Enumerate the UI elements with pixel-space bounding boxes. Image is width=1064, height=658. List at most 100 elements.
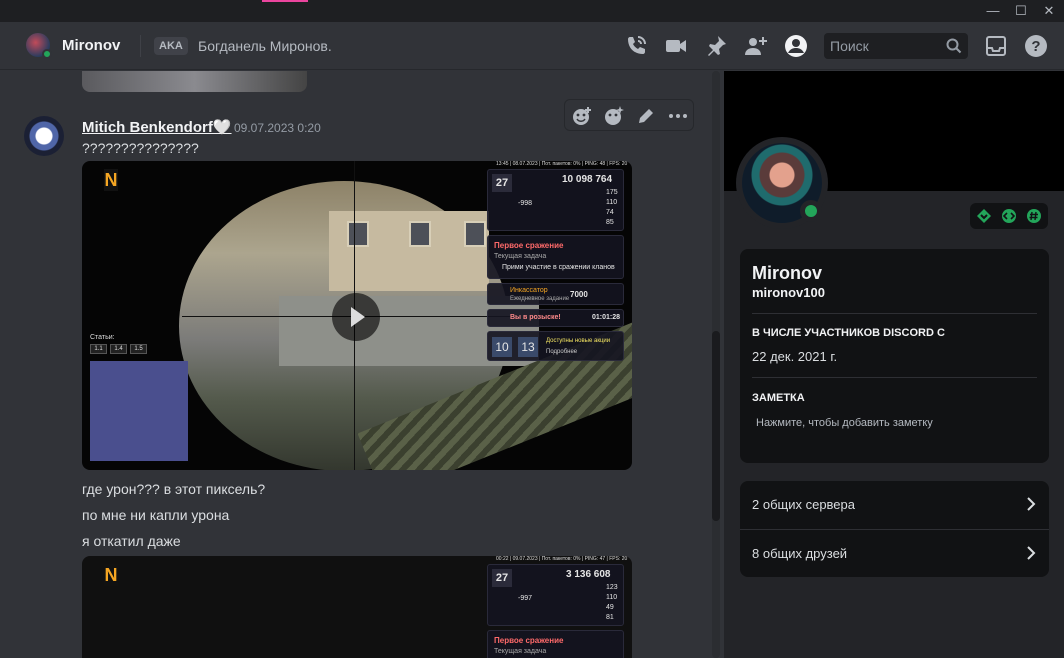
mutual-servers-label: 2 общих сервера [752,497,855,512]
hud-stat: 110 [606,199,618,206]
divider [752,377,1037,378]
hypesquad-badge-icon[interactable] [976,208,992,224]
user-profile-panel: Mironov mironov100 В ЧИСЛЕ УЧАСТНИКОВ DI… [724,71,1064,658]
header-username[interactable]: Mironov [62,37,120,54]
dm-header: Mironov AKA Богданель Миронов. ? [0,22,1064,70]
video-attachment[interactable]: N 13:45 | 08.07.2023 | Пот. пакетов: 0% … [82,161,632,470]
hud-stats-label: Статьи: [90,334,115,341]
svg-text:?: ? [1031,38,1040,55]
edit-icon[interactable] [635,105,657,127]
hud-stat-chip: 1.5 [130,344,147,354]
super-reaction-icon[interactable] [603,105,625,127]
building-window [464,221,486,247]
divider [752,313,1037,314]
hud-top-bar: 00:22 | 09.07.2023 | Пот. пакетов: 0% | … [496,556,628,562]
video-attachment[interactable]: N 00:22 | 09.07.2023 | Пот. пакетов: 0% … [82,556,632,658]
hud-task-text: Прими участие в сражении кланов [502,264,615,271]
hud-debt: -997 [518,595,533,602]
chat-scrollbar-thumb[interactable] [712,331,720,521]
chat-messages[interactable]: Mitich Benkendorf🤍 09.07.2023 0:20 ?????… [0,71,724,658]
hud-promo-sub: Подробнее [546,349,578,355]
hud-money: 10 098 764 [562,174,613,185]
hud-task-title: Первое сражение [494,241,564,250]
hud-stats-panel: 27 10 098 764 -998 175 110 74 85 [487,169,624,231]
chevron-right-icon [1027,546,1036,560]
profile-badges [970,203,1048,229]
previous-message-image[interactable] [82,71,307,92]
mutual-links: 2 общих сервера 8 общих друзей [740,481,1049,577]
profile-username: mironov100 [752,285,825,300]
minimap [90,361,188,461]
hud-task-sub: Текущая задача [494,253,547,260]
hud-clock-minutes: 13 [518,337,538,357]
message-author-name[interactable]: Mitich Benkendorf🤍 [82,118,232,136]
hud-stat: 85 [606,219,614,226]
more-options-icon[interactable] [667,105,689,127]
message-text-line: где урон??? в этот пиксель? [82,481,266,497]
message-toolbar [564,99,694,131]
hud-task-panel: Первое сражение Текущая задача [487,630,624,658]
hud-debt: -998 [518,200,533,207]
search-icon [946,38,962,54]
search-box[interactable] [824,33,968,59]
note-input[interactable]: Нажмите, чтобы добавить заметку [756,417,933,429]
add-reaction-icon[interactable] [571,105,593,127]
hud-wanted-timer: 01:01:28 [592,314,621,321]
message-text-line: по мне ни капли урона [82,507,230,523]
profile-info-card: Mironov mironov100 В ЧИСЛЕ УЧАСТНИКОВ DI… [740,249,1049,463]
message-timestamp: 09.07.2023 0:20 [234,121,321,135]
mutual-friends-button[interactable]: 8 общих друзей [740,530,1049,578]
hud-stat: 81 [606,614,614,621]
hud-stat-chip: 1.4 [110,344,127,354]
hud-clock-hours: 10 [492,337,512,357]
titlebar-accent [262,0,308,2]
hud-wanted-text: Вы в розыске! [510,314,561,321]
inbox-icon[interactable] [984,34,1008,58]
pin-icon[interactable] [704,34,728,58]
hud-task-title: Первое сражение [494,636,564,645]
user-profile-icon[interactable] [784,34,808,58]
note-label: ЗАМЕТКА [752,392,805,404]
hud-stats-panel: 27 3 136 608 -997 123 110 49 81 [487,564,624,626]
hud-task-sub: Текущая задача [494,648,547,655]
play-button-icon[interactable] [332,293,380,341]
hud-stat-chip: 1.1 [90,344,107,354]
hud-stat: 123 [606,584,618,591]
hud-stat: 74 [606,209,614,216]
header-divider [140,35,141,57]
hud-stat: 175 [606,189,618,196]
message-text-line: я откатил даже [82,533,181,549]
minimize-icon[interactable]: — [980,2,1006,20]
close-icon[interactable]: ✕ [1036,2,1062,20]
game-logo: N [104,169,118,191]
hud-level: 27 [492,174,512,192]
hud-task-panel: Первое сражение Текущая задача Прими уча… [487,235,624,279]
hud-stat: 49 [606,604,614,611]
hud-level: 27 [492,569,512,587]
hud-money: 3 136 608 [566,569,611,580]
help-icon[interactable]: ? [1024,34,1048,58]
building-window [409,221,431,247]
developer-badge-icon[interactable] [1001,208,1017,224]
maximize-icon[interactable]: ☐ [1008,2,1034,20]
hud-top-bar: 13:45 | 08.07.2023 | Пот. пакетов: 0% | … [496,161,628,167]
video-call-icon[interactable] [664,34,688,58]
title-bar: — ☐ ✕ [0,0,1064,22]
profile-online-status-icon [800,200,822,222]
hud-quest-panel: Инкассатор Ежедневное задание 7000 [487,283,624,305]
message-author-avatar[interactable] [24,116,64,156]
chevron-right-icon [1027,497,1036,511]
online-status-icon [42,49,52,59]
aka-badge: AKA [154,37,188,55]
mutual-servers-button[interactable]: 2 общих сервера [740,481,1049,529]
hud-wanted-panel: Вы в розыске! 01:01:28 [487,309,624,327]
aka-name: Богданель Миронов. [198,38,332,54]
game-logo: N [104,564,118,586]
hud-promo: Доступны новые акции [546,338,611,344]
add-friend-icon[interactable] [744,34,768,58]
search-input[interactable] [824,33,944,59]
building-window [347,221,369,247]
hashtag-badge-icon[interactable] [1026,208,1042,224]
voice-call-icon[interactable] [624,34,648,58]
hud-quest-name: Инкассатор [510,287,548,294]
